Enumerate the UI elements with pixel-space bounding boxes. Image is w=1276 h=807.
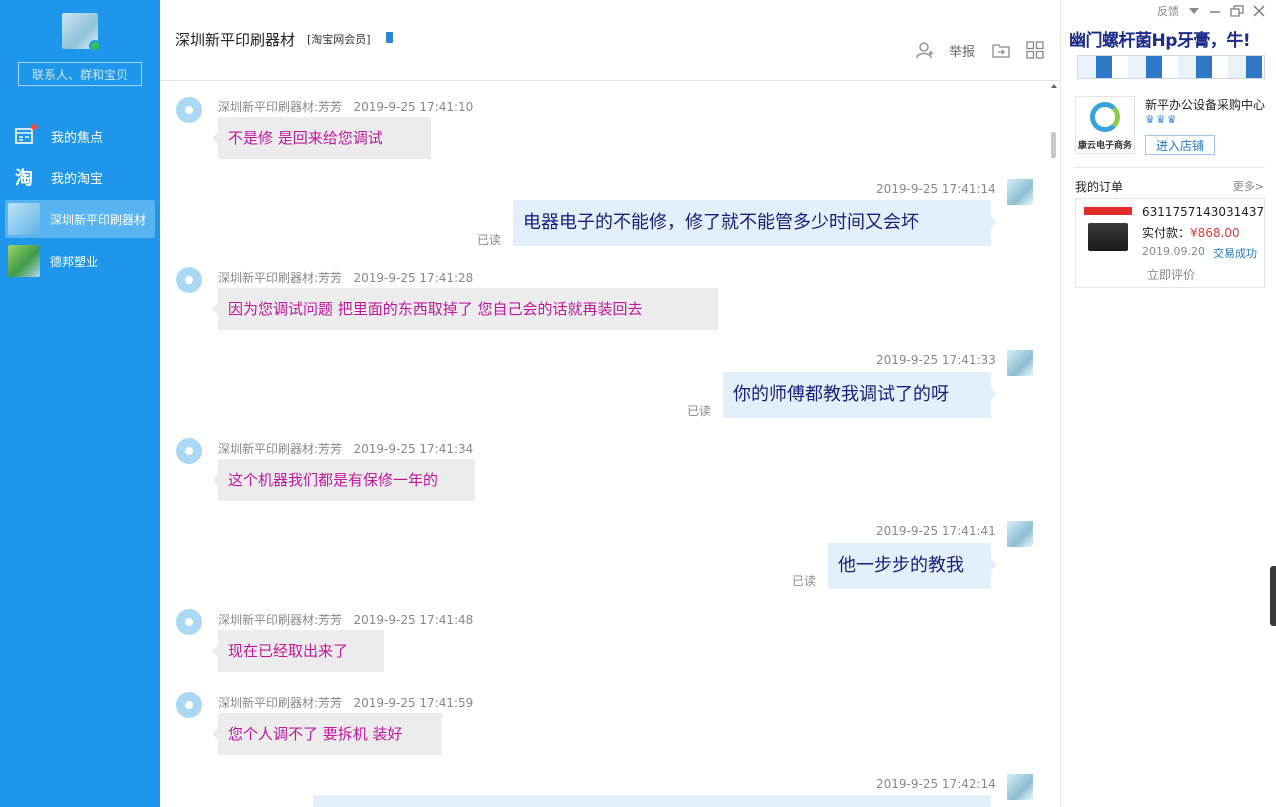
shop-logo-mark	[1090, 102, 1120, 132]
contact-search-input[interactable]: 联系人、群和宝贝	[18, 62, 142, 86]
product-image[interactable]	[1082, 205, 1134, 257]
orders-more-link[interactable]: 更多>	[1233, 178, 1264, 194]
printer-image	[1088, 223, 1128, 251]
message-bubble[interactable]: 您个人调不了 要拆机 装好	[212, 713, 442, 755]
sidebar-item-label: 深圳新平印刷器材	[50, 212, 147, 227]
orders-title: 我的订单	[1075, 180, 1124, 194]
shop-card: 康云电子商务 新平办公设备采购中心 ♛♛♛ 进入店铺	[1075, 96, 1265, 166]
edge-handle[interactable]	[1270, 566, 1276, 626]
my-message-avatar	[1007, 350, 1033, 376]
read-status: 已读	[477, 233, 502, 247]
close-icon[interactable]	[1253, 5, 1265, 17]
sender-avatar[interactable]	[176, 97, 202, 123]
contact-avatar	[8, 203, 40, 235]
sidebar-item-label: 我的焦点	[51, 130, 104, 146]
message-bubble[interactable]: 他一步步的教我	[828, 543, 997, 589]
window-controls: 反馈	[1157, 4, 1265, 18]
sidebar-item-taobao[interactable]: 淘 我的淘宝	[5, 158, 155, 196]
divider	[1075, 167, 1265, 168]
taobao-icon: 淘	[13, 165, 37, 189]
sidebar: 联系人、群和宝贝 我的焦点 淘 我的淘宝 深圳新平印刷器材 德邦塑业	[0, 0, 160, 807]
scroll-thumb[interactable]	[1051, 132, 1056, 158]
chat-header: 深圳新平印刷器材 [淘宝网会员] 举报	[160, 0, 1060, 81]
message-time: 2019-9-25 17:41:14	[876, 182, 996, 196]
paid-amount: ¥868.00	[1190, 226, 1240, 240]
restore-icon[interactable]	[1230, 5, 1244, 17]
order-card[interactable]: 631175714303143707 实付款：¥868.00 2019.09.2…	[1075, 198, 1265, 288]
transfer-icon[interactable]	[992, 41, 1010, 59]
chat-title: 深圳新平印刷器材	[175, 31, 296, 49]
online-status-icon	[89, 40, 101, 52]
order-date: 2019.09.20	[1142, 245, 1205, 258]
message-meta: 深圳新平印刷器材:芳芳 2019-9-25 17:41:48	[218, 613, 474, 627]
message-time: 2019-9-25 17:41:33	[876, 353, 996, 367]
sidebar-item-debang[interactable]: 德邦塑业	[5, 242, 155, 280]
shop-logo[interactable]: 康云电子商务	[1075, 96, 1135, 154]
message-meta: 深圳新平印刷器材:芳芳 2019-9-25 17:41:34	[218, 442, 474, 456]
message-bubble[interactable]: 因为您调试问题 把里面的东西取掉了 您自己会的话就再装回去	[212, 288, 718, 330]
message-bubble[interactable]: 现在已经取出来了	[212, 630, 384, 672]
svg-text:淘: 淘	[15, 167, 33, 187]
member-tag: [淘宝网会员]	[307, 33, 371, 46]
message-bubble[interactable]: 这个机器我们都是有保修一年的	[212, 459, 475, 501]
ad-text: 幽门螺杆菌Hp牙膏，牛!	[1069, 31, 1251, 51]
sidebar-item-label: 德邦塑业	[50, 254, 99, 269]
add-contact-icon[interactable]	[916, 41, 934, 59]
order-paid: 实付款：¥868.00	[1142, 226, 1240, 240]
read-status: 已读	[687, 404, 712, 418]
shop-logo-text: 康云电子商务	[1078, 141, 1133, 151]
message-bubble[interactable]: 电器电子的不能修，修了就不能管多少时间又会坏	[513, 200, 997, 246]
message-meta: 深圳新平印刷器材:芳芳 2019-9-25 17:41:28	[218, 271, 474, 285]
right-panel: 反馈 幽门螺杆菌Hp牙膏，牛! 康云电子商务 新平办公设备采购中心 ♛♛♛ 进入…	[1060, 0, 1276, 807]
feedback-link[interactable]: 反馈	[1157, 3, 1179, 19]
sender-avatar[interactable]	[176, 438, 202, 464]
sidebar-item-shenzhen-xinping[interactable]: 深圳新平印刷器材	[5, 200, 155, 238]
my-avatar[interactable]	[62, 13, 101, 52]
chat-scrollbar[interactable]	[1049, 82, 1059, 807]
message-time: 2019-9-25 17:41:41	[876, 524, 996, 538]
shop-rating-crowns-icon: ♛♛♛	[1145, 113, 1178, 126]
dropdown-icon[interactable]	[1188, 6, 1200, 16]
enter-shop-button[interactable]: 进入店铺	[1145, 135, 1215, 155]
shop-name[interactable]: 新平办公设备采购中心	[1145, 96, 1265, 113]
read-status: 已读	[792, 574, 817, 588]
report-button[interactable]: 举报	[949, 41, 975, 60]
my-message-avatar	[1007, 521, 1033, 547]
notification-dot	[31, 124, 37, 130]
sidebar-item-label: 我的淘宝	[51, 171, 104, 187]
contact-avatar	[8, 245, 40, 277]
minimize-icon[interactable]	[1209, 6, 1221, 16]
product-tag	[1084, 207, 1132, 215]
scroll-up-arrow-icon[interactable]	[1051, 84, 1057, 88]
message-bubble[interactable]: 不是修 是回来给您调试	[212, 117, 431, 159]
message-time: 2019-9-25 17:42:14	[876, 777, 996, 791]
message-list[interactable]: 深圳新平印刷器材:芳芳 2019-9-25 17:41:10 不是修 是回来给您…	[160, 82, 1060, 807]
my-message-avatar	[1007, 179, 1033, 205]
sidebar-item-focus[interactable]: 我的焦点	[5, 117, 155, 155]
chat-window: 联系人、群和宝贝 我的焦点 淘 我的淘宝 深圳新平印刷器材 德邦塑业 深圳新平印…	[0, 0, 1276, 807]
focus-icon	[13, 124, 37, 148]
message-bubble[interactable]: 你的师傅都教我调试了的呀	[723, 372, 997, 418]
message-meta: 深圳新平印刷器材:芳芳 2019-9-25 17:41:10	[218, 100, 474, 114]
sender-avatar[interactable]	[176, 267, 202, 293]
mobile-icon	[386, 32, 393, 43]
order-number: 631175714303143707	[1142, 205, 1264, 219]
rate-now-button[interactable]: 立即评价	[1076, 266, 1266, 283]
my-message-avatar	[1007, 774, 1033, 800]
ad-banner[interactable]: 幽门螺杆菌Hp牙膏，牛!	[1069, 26, 1269, 80]
message-meta: 深圳新平印刷器材:芳芳 2019-9-25 17:41:59	[218, 696, 474, 710]
grid-apps-icon[interactable]	[1026, 41, 1044, 59]
sender-avatar[interactable]	[176, 692, 202, 718]
toothpaste-image	[1077, 55, 1265, 79]
message-bubble[interactable]	[313, 795, 991, 807]
sender-avatar[interactable]	[176, 609, 202, 635]
order-status: 交易成功	[1213, 247, 1257, 260]
